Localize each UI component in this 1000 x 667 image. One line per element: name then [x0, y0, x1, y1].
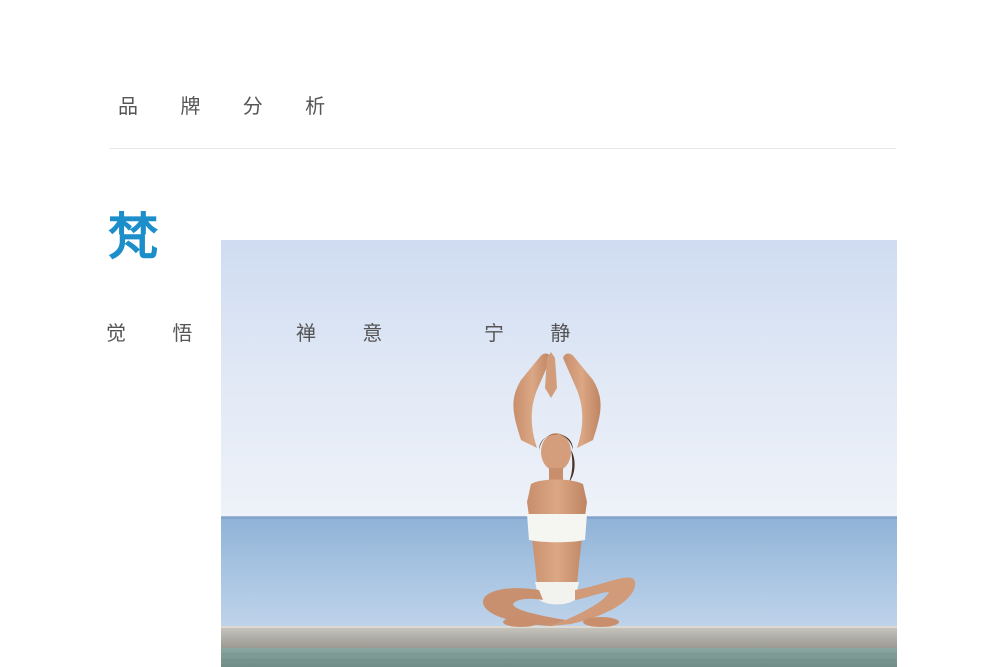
- brand-analysis-page: 品 牌 分 析 梵 觉 悟 禅 意 宁 静: [0, 0, 1000, 667]
- keyword-tranquility: 宁 静: [484, 321, 591, 345]
- section-title: 品 牌 分 析: [118, 94, 344, 118]
- brand-character: 梵: [108, 208, 158, 266]
- divider: [110, 148, 896, 149]
- keyword-enlightenment: 觉 悟: [106, 321, 213, 345]
- yoga-photo: [221, 240, 897, 667]
- keyword-zen: 禅 意: [296, 321, 403, 345]
